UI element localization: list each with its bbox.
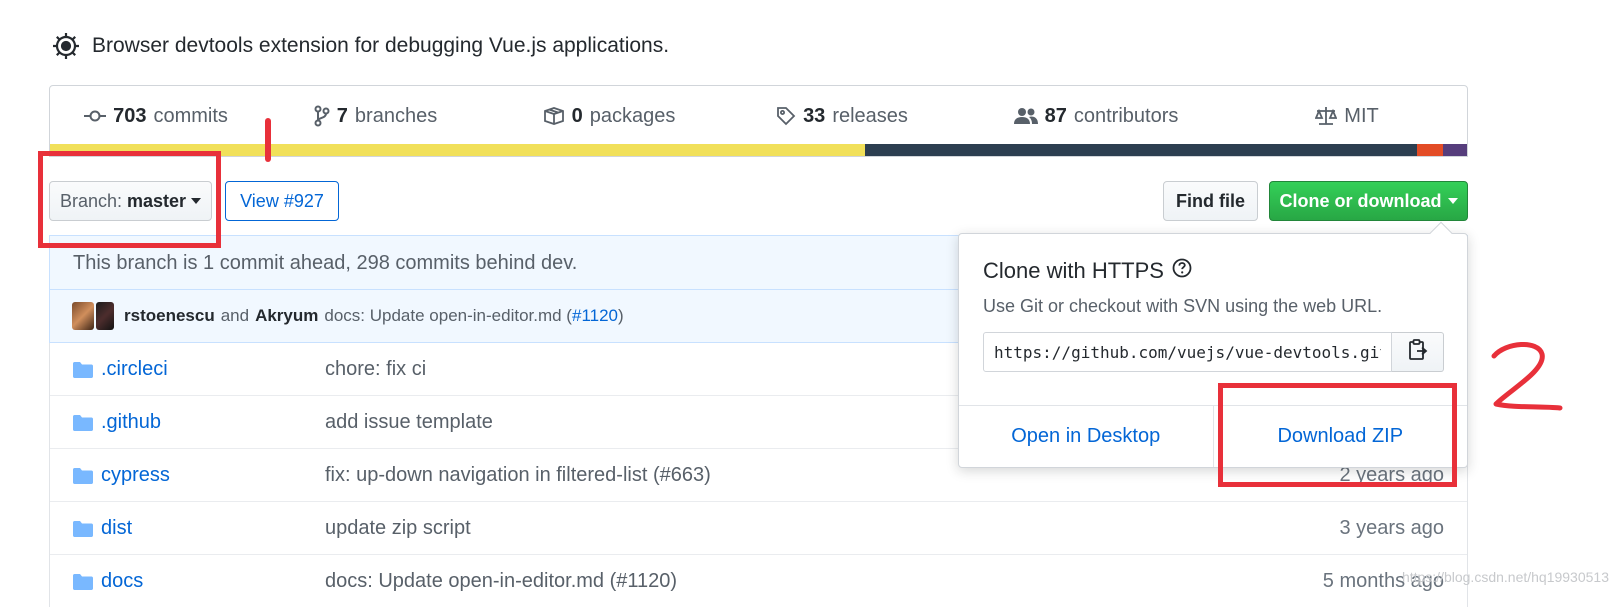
- commit-message[interactable]: docs: Update open-in-editor.md (#1120): [324, 306, 623, 326]
- file-age: 3 years ago: [1339, 516, 1444, 539]
- commit-message-prefix: docs: Update open-in-editor.md (: [324, 306, 572, 325]
- clone-download-label: Clone or download: [1279, 190, 1442, 211]
- repo-summary: 703 commits 7 branches 0 packages 33 rel…: [49, 85, 1468, 157]
- tag-icon: [776, 106, 796, 126]
- clone-popover-subtitle: Use Git or checkout with SVN using the w…: [983, 296, 1383, 316]
- stat-releases-count: 33: [803, 104, 826, 127]
- folder-icon: [73, 521, 93, 542]
- annotation-box-branch: [38, 151, 221, 248]
- people-icon: [1013, 107, 1038, 125]
- language-segment-html: [1417, 144, 1443, 156]
- stat-branches-count: 7: [336, 104, 348, 127]
- stat-packages-label: packages: [589, 104, 676, 127]
- stat-releases[interactable]: 33 releases: [729, 105, 955, 128]
- commit-author-link[interactable]: rstoenescu: [124, 306, 215, 326]
- stat-packages[interactable]: 0 packages: [489, 105, 729, 128]
- clone-url-input[interactable]: [983, 332, 1392, 372]
- law-icon: [1315, 106, 1338, 126]
- folder-icon: [73, 468, 93, 489]
- file-commit-message[interactable]: fix: up-down navigation in filtered-list…: [325, 464, 711, 487]
- stat-branches-label: branches: [354, 104, 438, 127]
- folder-icon: [73, 362, 93, 383]
- help-icon[interactable]: [1172, 258, 1192, 284]
- file-name-link[interactable]: cypress: [101, 464, 170, 487]
- clipboard-icon: [1408, 338, 1428, 366]
- stat-license[interactable]: MIT: [1237, 105, 1457, 128]
- stats-bar: 703 commits 7 branches 0 packages 33 rel…: [50, 86, 1467, 146]
- clone-title-text: Clone with HTTPS: [983, 258, 1164, 283]
- stat-commits-count: 703: [113, 104, 147, 127]
- commits-icon: [84, 109, 107, 123]
- commit-joiner: and: [220, 306, 250, 325]
- stat-contributors[interactable]: 87 contributors: [955, 105, 1237, 128]
- file-name-link[interactable]: .github: [101, 411, 161, 434]
- stat-branches[interactable]: 7 branches: [262, 105, 489, 128]
- find-file-button[interactable]: Find file: [1163, 181, 1258, 221]
- clone-popover-title: Clone with HTTPS: [983, 258, 1192, 284]
- popover-arrow: [1429, 221, 1453, 245]
- avatar[interactable]: [72, 302, 94, 330]
- avatar-stack[interactable]: [72, 302, 114, 330]
- branch-status-text: This branch is 1 commit ahead, 298 commi…: [73, 251, 578, 274]
- file-commit-message[interactable]: update zip script: [325, 517, 471, 540]
- stat-license-label: MIT: [1344, 104, 1379, 127]
- stat-commits-label: commits: [153, 104, 228, 127]
- stat-releases-label: releases: [832, 104, 908, 127]
- copy-url-button[interactable]: [1392, 332, 1444, 372]
- file-commit-message[interactable]: add issue template: [325, 411, 493, 434]
- list-item: dist update zip script 3 years ago: [50, 502, 1467, 555]
- folder-icon: [73, 574, 93, 595]
- open-in-desktop-button[interactable]: Open in Desktop: [959, 406, 1213, 467]
- commit-message-suffix: ): [618, 306, 624, 325]
- stat-contributors-count: 87: [1044, 104, 1067, 127]
- stat-packages-count: 0: [571, 104, 583, 127]
- file-name-link[interactable]: dist: [101, 517, 132, 540]
- view-pr-button[interactable]: View #927: [225, 181, 339, 221]
- language-segment-vue: [864, 144, 1418, 156]
- gear-icon: [50, 30, 82, 62]
- chevron-down-icon: [1447, 198, 1458, 204]
- watermark: https://blog.csdn.net/hq19930513: [1401, 569, 1609, 585]
- branch-icon: [314, 105, 330, 127]
- list-item: docs docs: Update open-in-editor.md (#11…: [50, 555, 1467, 607]
- commit-coauthor-link[interactable]: Akryum: [255, 306, 318, 326]
- annotation-box-download: [1218, 383, 1457, 487]
- package-icon: [543, 106, 565, 126]
- language-segment-css: [1442, 144, 1467, 156]
- clone-url-group: [983, 332, 1444, 372]
- language-bar: [50, 144, 1467, 156]
- repo-description: Browser devtools extension for debugging…: [50, 30, 669, 62]
- annotation-mark-1: [265, 118, 271, 162]
- file-commit-message[interactable]: docs: Update open-in-editor.md (#1120): [325, 570, 677, 593]
- file-name-link[interactable]: .circleci: [101, 358, 168, 381]
- file-name-link[interactable]: docs: [101, 570, 143, 593]
- stat-commits[interactable]: 703 commits: [50, 105, 262, 128]
- commit-pr-link[interactable]: #1120: [572, 306, 618, 325]
- stat-contributors-label: contributors: [1073, 104, 1179, 127]
- folder-icon: [73, 415, 93, 436]
- clone-download-button[interactable]: Clone or download: [1269, 181, 1468, 221]
- annotation-mark-2: [1491, 341, 1563, 411]
- repo-description-text: Browser devtools extension for debugging…: [92, 34, 670, 57]
- avatar[interactable]: [96, 302, 114, 330]
- file-commit-message[interactable]: chore: fix ci: [325, 358, 426, 381]
